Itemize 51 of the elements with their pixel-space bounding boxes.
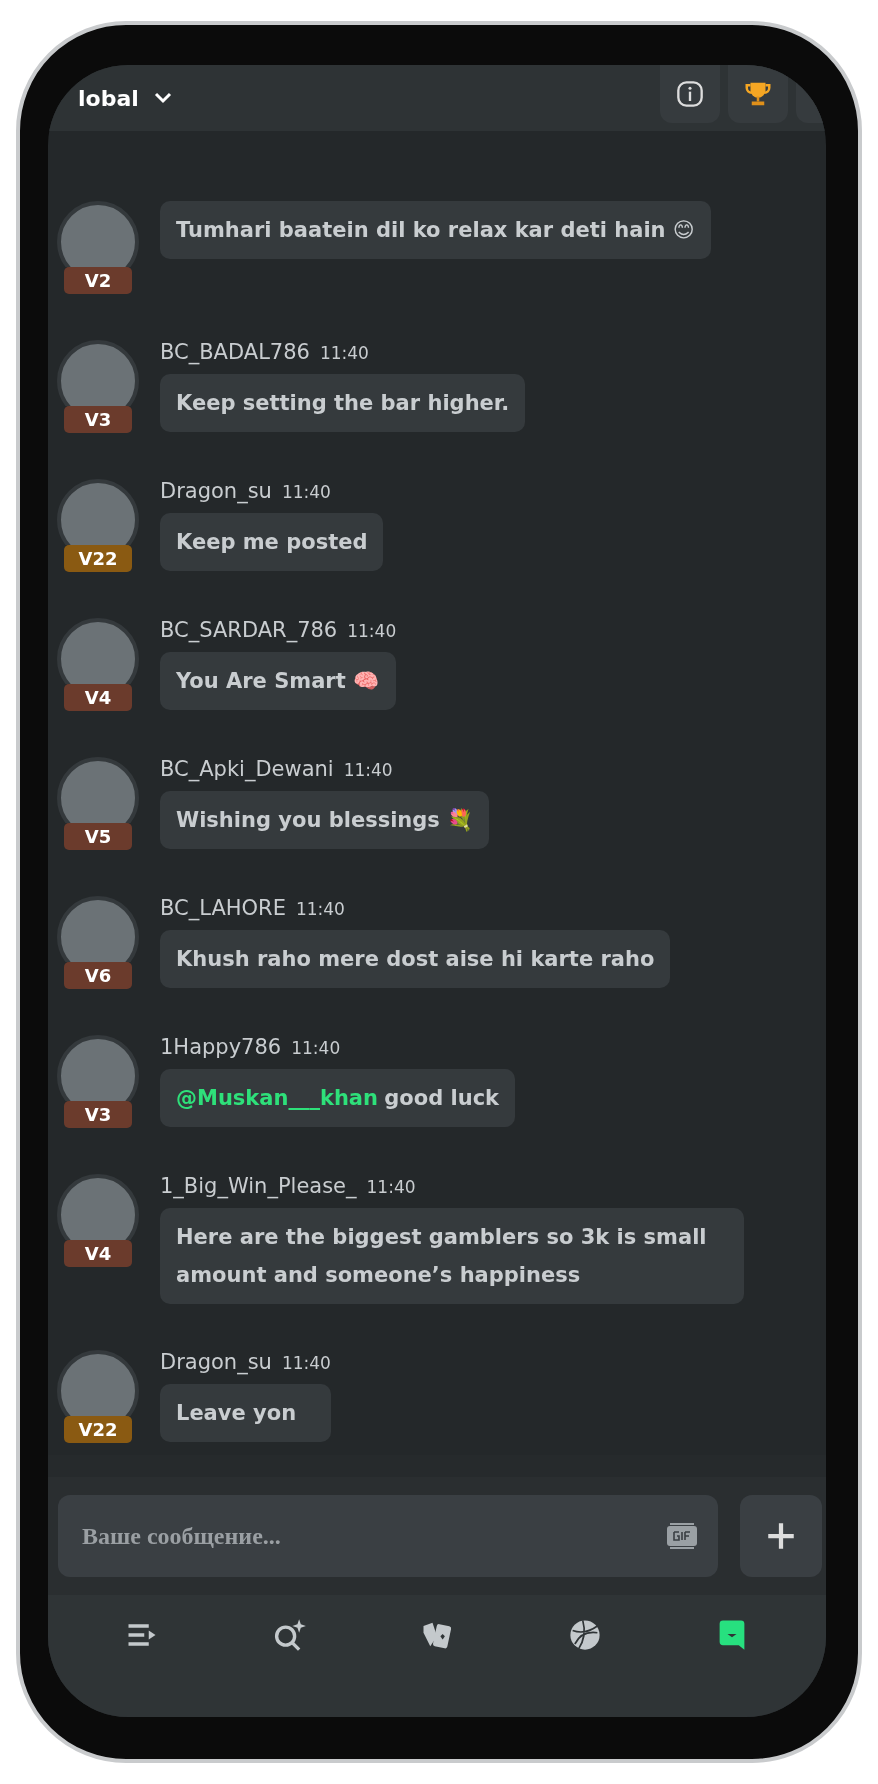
avatar[interactable]	[57, 618, 139, 684]
username[interactable]: BC_Apki_Dewani	[160, 757, 334, 781]
username[interactable]: BC_BADAL786	[160, 340, 310, 364]
username[interactable]: 1Happy786	[160, 1035, 282, 1059]
message-bubble: Wishing you blessings 💐	[160, 791, 490, 849]
avatar[interactable]	[57, 201, 139, 267]
username[interactable]: Dragon_su	[160, 479, 272, 503]
trophy-button[interactable]	[728, 65, 788, 123]
message-time: 11:40	[281, 482, 331, 502]
chevron-down-icon[interactable]	[152, 92, 173, 104]
level-badge: V5	[64, 823, 132, 850]
add-button[interactable]	[740, 1495, 822, 1577]
channel-title[interactable]: lobal	[78, 85, 139, 111]
message-time: 11:40	[343, 760, 393, 780]
message-time: 11:40	[295, 899, 345, 919]
level-badge: V4	[64, 684, 132, 711]
username[interactable]: BC_LAHORE	[160, 896, 286, 920]
avatar[interactable]	[57, 340, 139, 406]
username[interactable]: 1_Big_Win_Please_	[160, 1174, 357, 1198]
message-bubble: Khush raho mere dost aise hi karte raho	[160, 930, 671, 988]
level-badge: V4	[64, 1240, 132, 1267]
message-time: 11:40	[319, 343, 369, 363]
avatar[interactable]	[57, 1350, 139, 1416]
message-bubble: Keep setting the bar higher.	[160, 374, 526, 432]
level-badge: V6	[64, 962, 132, 989]
message-bubble: Here are the biggest gamblers so 3k is small amount and someone’s happiness	[160, 1208, 744, 1304]
message-bubble: Keep me posted	[160, 513, 384, 571]
level-badge: V2	[64, 267, 132, 294]
message-time: 11:40	[281, 1353, 331, 1373]
username[interactable]: Dragon_su	[160, 1350, 272, 1374]
level-badge: V3	[64, 406, 132, 433]
info-button[interactable]	[660, 65, 720, 123]
message-time: 11:40	[291, 1038, 341, 1058]
message-time: 11:40	[347, 621, 397, 641]
message-bubble: You Are Smart 🧠	[160, 652, 397, 710]
level-badge: V22	[64, 545, 132, 572]
avatar[interactable]	[57, 1035, 139, 1101]
avatar[interactable]	[57, 757, 139, 823]
avatar[interactable]	[57, 1174, 139, 1240]
info-icon	[676, 80, 704, 108]
avatar[interactable]	[57, 479, 139, 545]
message-bubble: Leave yon	[160, 1384, 331, 1442]
username[interactable]: BC_SARDAR_786	[160, 618, 338, 642]
message-time: 11:40	[366, 1177, 416, 1197]
level-badge: V3	[64, 1101, 132, 1128]
message-input[interactable]: Ваше сообщение...	[58, 1495, 718, 1577]
avatar[interactable]	[57, 896, 139, 962]
message-bubble: @Muskan___khan good luck	[160, 1069, 516, 1127]
message-bubble: Tumhari baatein dil ko relax kar deti hain 😊	[160, 201, 711, 259]
level-badge: V22	[64, 1416, 132, 1443]
gif-icon[interactable]	[666, 1522, 698, 1550]
